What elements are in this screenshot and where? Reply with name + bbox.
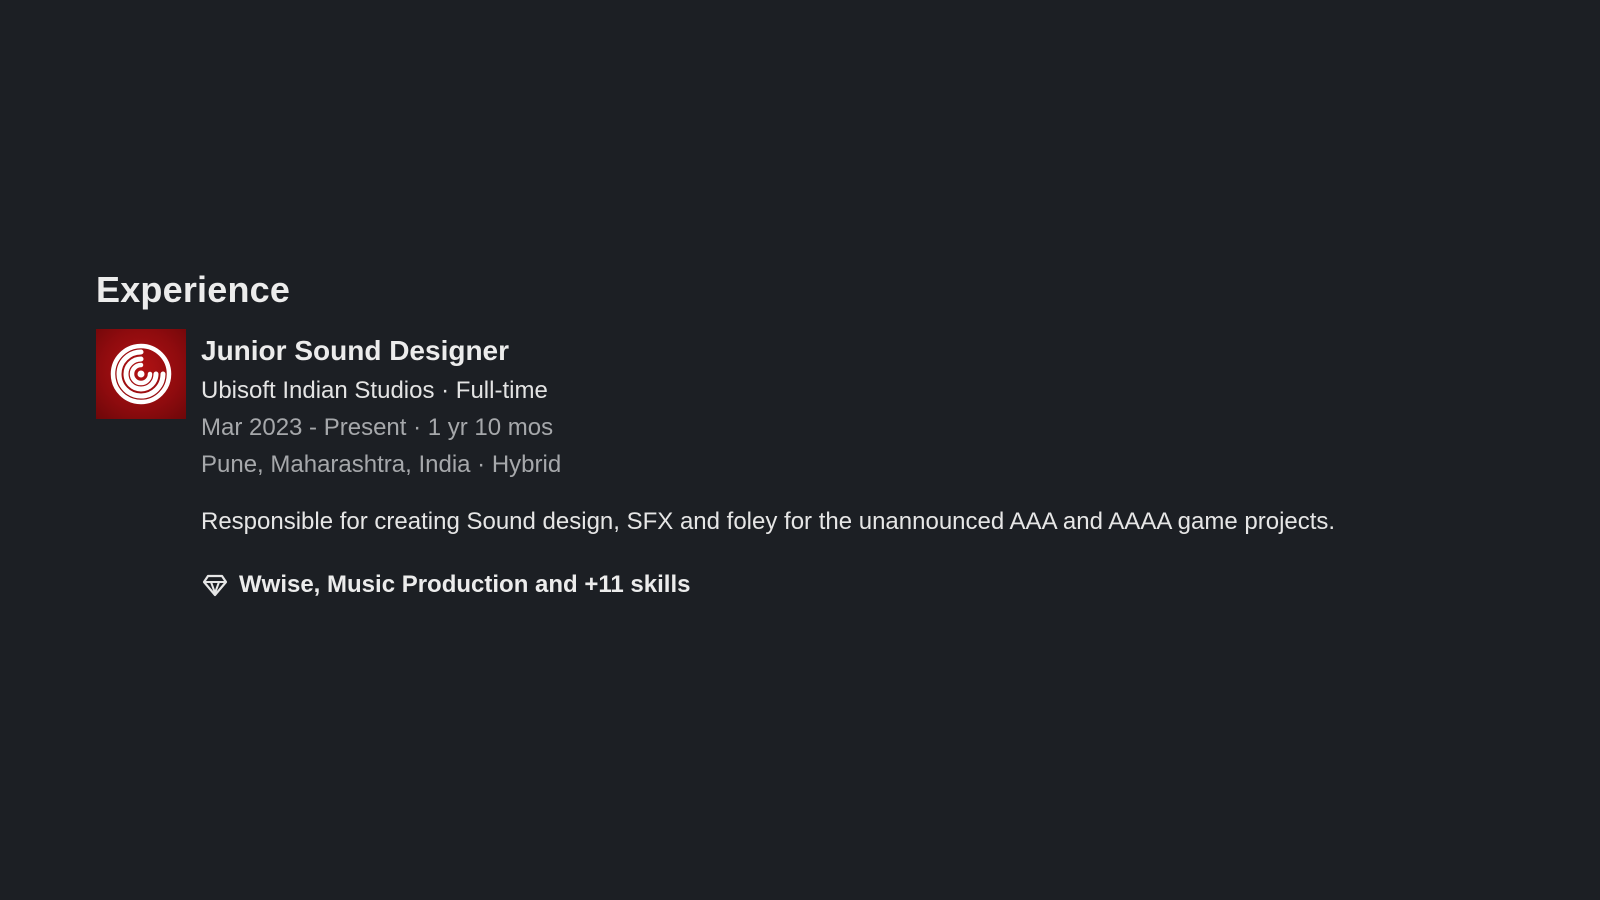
job-location: Pune, Maharashtra, India · Hybrid bbox=[201, 450, 562, 478]
ubisoft-swirl-logo-icon bbox=[110, 343, 172, 405]
job-title[interactable]: Junior Sound Designer bbox=[201, 333, 1335, 369]
company-logo[interactable] bbox=[96, 329, 186, 420]
job-description: Responsible for creating Sound design, S… bbox=[201, 508, 1336, 536]
experience-section: Experience Junior Sound Designer Ubisoft… bbox=[96, 268, 1516, 599]
experience-entry: Junior Sound Designer Ubisoft Indian Stu… bbox=[96, 329, 1516, 599]
skills-text[interactable]: Wwise, Music Production and +11 skills bbox=[239, 571, 690, 599]
job-duration: Mar 2023 - Present · 1 yr 10 mos bbox=[201, 413, 554, 441]
experience-details: Junior Sound Designer Ubisoft Indian Stu… bbox=[201, 329, 1335, 599]
diamond-icon bbox=[202, 574, 228, 596]
company-name: Ubisoft Indian Studios · Full-time bbox=[201, 376, 548, 404]
skills-link[interactable]: Wwise, Music Production and +11 skills bbox=[201, 571, 1335, 599]
section-title: Experience bbox=[96, 269, 291, 310]
